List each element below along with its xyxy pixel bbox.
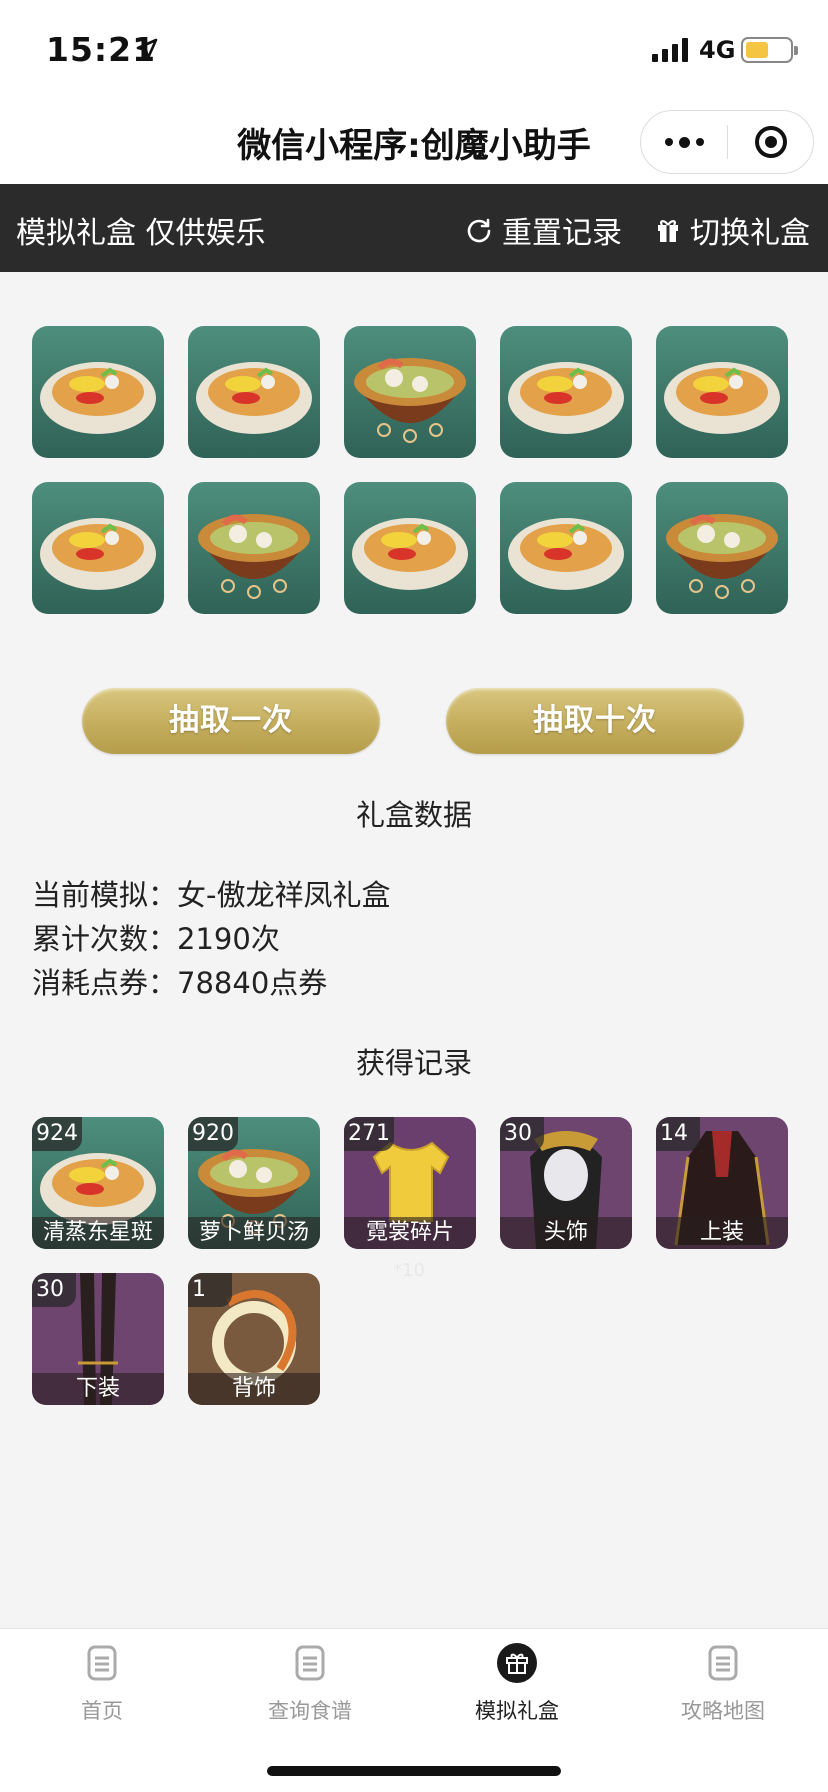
record-item: 920 萝卜鲜贝汤 [188,1117,320,1249]
coupon-cost-value: 78840点券 [177,966,328,1000]
obtained-records-heading: 获得记录 [355,1046,472,1080]
result-tile-stew [656,482,788,614]
record-label: 下装 [32,1373,164,1405]
record-label: 上装 [656,1217,788,1249]
reset-record-button[interactable]: 重置记录 [466,208,622,252]
record-count: 1 [188,1273,232,1307]
tab-gift-box[interactable]: 模拟礼盒 [437,1643,597,1725]
switch-gift-box-label: 切换礼盒 [690,216,810,251]
battery-icon [741,37,798,63]
total-count-label: 累计次数： [32,922,178,956]
result-tile-noodle [32,482,164,614]
record-item: 30 下装 [32,1273,164,1405]
result-tile-stew [344,326,476,458]
home-indicator [267,1766,561,1776]
record-item: 924 清蒸东星斑 [32,1117,164,1249]
result-tile-noodle [32,326,164,458]
result-tile-noodle [188,326,320,458]
document-icon [87,1645,117,1681]
tab-strategy-map-label: 攻略地图 [681,1699,765,1723]
result-tile-noodle [500,326,632,458]
record-count: 30 [32,1273,76,1307]
tab-recipe-query[interactable]: 查询食谱 [230,1643,390,1725]
draw-ten-button[interactable]: 抽取十次 [446,688,744,754]
record-item: 14 上装 [656,1117,788,1249]
document-icon [295,1645,325,1681]
record-label: 霓裳碎片 [344,1217,476,1249]
toolbar-title: 模拟礼盒 仅供娱乐 [16,216,266,251]
more-menu-button[interactable] [641,111,727,173]
gift-icon [658,220,678,242]
record-label: 头饰 [500,1217,632,1249]
switch-gift-box-button[interactable]: 切换礼盒 [656,208,810,252]
ghost-text: *10 [393,1260,425,1281]
coupon-cost-label: 消耗点券： [32,966,178,1000]
record-count: 14 [656,1117,700,1151]
miniprogram-capsule [640,110,814,174]
record-count: 924 [32,1117,82,1151]
record-item: 1 背饰 [188,1273,320,1405]
record-item: 271 霓裳碎片 [344,1117,476,1249]
tab-recipe-query-label: 查询食谱 [268,1699,352,1723]
total-count-row: 累计次数：2190次 [32,916,280,958]
tab-gift-box-label: 模拟礼盒 [475,1699,559,1723]
record-label: 背饰 [188,1373,320,1405]
document-icon [708,1645,738,1681]
gift-icon [497,1643,537,1683]
record-count: 271 [344,1117,394,1151]
current-simulation-label: 当前模拟： [32,878,178,912]
reset-record-label: 重置记录 [502,216,622,251]
record-count: 30 [500,1117,544,1151]
record-label: 萝卜鲜贝汤 [188,1217,320,1249]
current-simulation-value: 女-傲龙祥凤礼盒 [177,878,391,912]
tab-strategy-map[interactable]: 攻略地图 [643,1643,803,1725]
current-simulation-row: 当前模拟：女-傲龙祥凤礼盒 [32,872,390,914]
signal-icon [652,38,688,62]
record-item: 30 头饰 [500,1117,632,1249]
title-bar: 微信小程序:创魔小助手 [0,96,828,184]
result-tile-noodle [500,482,632,614]
refresh-icon [467,218,491,243]
tab-home[interactable]: 首页 [22,1643,182,1725]
gift-box-data-heading: 礼盒数据 [355,798,472,832]
draw-once-button[interactable]: 抽取一次 [82,688,380,754]
status-bar: 15:21 4G [0,0,828,96]
result-tile-noodle [656,326,788,458]
total-count-value: 2190次 [177,922,280,956]
toolbar: 模拟礼盒 仅供娱乐 重置记录 切换礼盒 [0,184,828,272]
coupon-cost-row: 消耗点券：78840点券 [32,960,327,1002]
location-arrow-icon [136,38,158,60]
close-miniprogram-button[interactable] [755,126,787,158]
result-tile-noodle [344,482,476,614]
record-count: 920 [188,1117,238,1151]
result-tile-stew [188,482,320,614]
tab-home-label: 首页 [81,1699,123,1723]
record-label: 清蒸东星斑 [32,1217,164,1249]
network-type: 4G [699,36,736,64]
